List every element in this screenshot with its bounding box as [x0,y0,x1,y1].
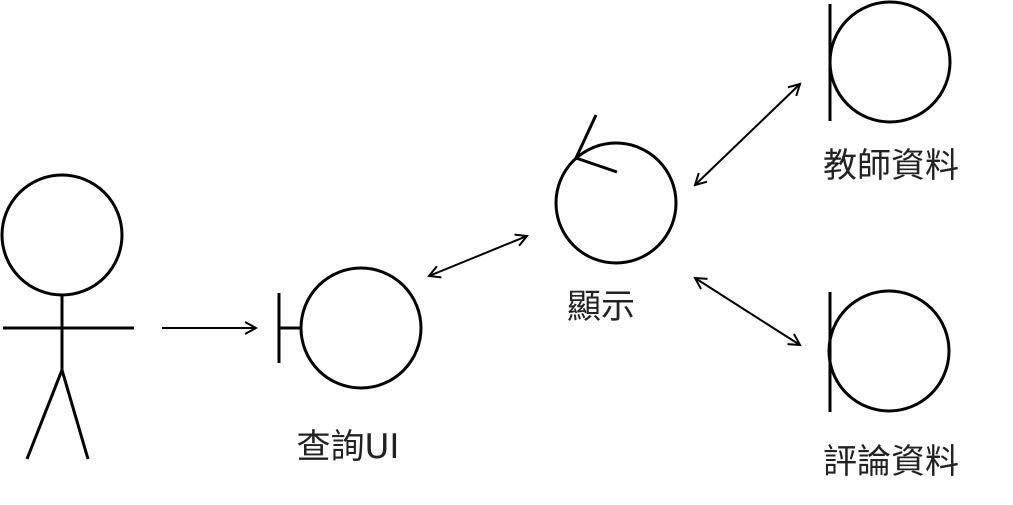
entity-review-data [827,289,951,413]
boundary-query-ui [277,266,423,390]
entity-circle [828,0,952,124]
control-circle [554,141,678,265]
connector-query-ui-display [429,236,527,276]
boundary-circle [299,266,423,390]
actor-figure [0,173,134,460]
actor-right-leg [60,369,90,460]
teacher-data-label: 教師資料 [823,146,959,186]
display-label: 顯示 [567,287,635,327]
actor-left-leg [25,369,64,460]
connector-display-teacher-data [695,84,800,185]
control-display [554,114,678,265]
actor-head [0,173,124,297]
entity-circle [827,289,951,413]
robustness-diagram: 查詢UI 顯示 教師資料 評論資料 [0,0,959,482]
entity-teacher-data [828,0,952,124]
connector-display-review-data [695,278,800,345]
query-ui-label: 查詢UI [297,427,400,467]
control-arrow-lower [575,156,618,174]
review-data-label: 評論資料 [823,442,959,482]
